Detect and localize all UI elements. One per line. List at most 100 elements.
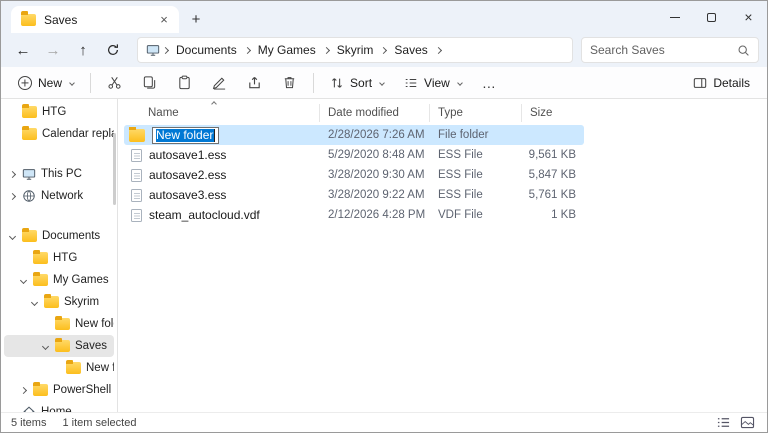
sidebar-item-new-folder[interactable]: New folder bbox=[4, 313, 114, 335]
chevron-down-icon[interactable] bbox=[42, 342, 49, 349]
file-explorer-window: Saves × + × ← → ↑ Documents My Games bbox=[0, 0, 768, 433]
folder-icon bbox=[66, 362, 81, 374]
sidebar-item-this-pc[interactable]: This PC bbox=[4, 163, 114, 185]
search-box[interactable] bbox=[581, 37, 759, 63]
tab-title: Saves bbox=[44, 13, 147, 27]
navigation-pane[interactable]: HTG Calendar replace This PC Ne bbox=[1, 99, 118, 412]
file-name-cell: New folder bbox=[124, 127, 320, 144]
folder-icon bbox=[129, 129, 145, 142]
file-icon bbox=[131, 149, 142, 162]
breadcrumb-separator-icon[interactable] bbox=[244, 46, 251, 53]
date-modified-cell: 3/28/2020 9:22 AM bbox=[320, 189, 430, 201]
column-header-date-modified[interactable]: Date modified bbox=[320, 104, 430, 122]
breadcrumb-item-documents[interactable]: Documents bbox=[171, 43, 242, 57]
chevron-down-icon[interactable] bbox=[9, 232, 16, 239]
sidebar-item-htg[interactable]: HTG bbox=[4, 101, 114, 123]
chevron-right-icon[interactable] bbox=[9, 170, 16, 177]
sidebar-item-calendar-replace[interactable]: Calendar replace bbox=[4, 123, 114, 145]
search-input[interactable] bbox=[590, 43, 731, 57]
sidebar-item-skyrim[interactable]: Skyrim bbox=[4, 291, 114, 313]
tab-close-icon[interactable]: × bbox=[155, 11, 173, 29]
column-header-type[interactable]: Type bbox=[430, 104, 522, 122]
sidebar-item-powershell[interactable]: PowerShell bbox=[4, 379, 114, 401]
close-button[interactable]: × bbox=[730, 1, 767, 33]
title-bar[interactable]: Saves × + × bbox=[1, 1, 767, 33]
rename-input[interactable]: New folder bbox=[152, 127, 219, 144]
size-cell: 1 KB bbox=[522, 209, 584, 221]
sidebar-item-htg-child[interactable]: HTG bbox=[4, 247, 114, 269]
size-cell: 9,561 KB bbox=[522, 149, 584, 161]
details-pane-button[interactable]: Details bbox=[684, 69, 759, 97]
cut-icon bbox=[107, 75, 122, 90]
chevron-right-icon[interactable] bbox=[9, 192, 16, 199]
sidebar-item-home[interactable]: Home bbox=[4, 401, 114, 412]
this-pc-icon bbox=[22, 167, 36, 181]
breadcrumb-separator-icon[interactable] bbox=[162, 46, 169, 53]
minimize-icon bbox=[670, 17, 680, 18]
file-row-steam-autocloud[interactable]: steam_autocloud.vdf 2/12/2026 4:28 PM VD… bbox=[124, 205, 584, 225]
sidebar-item-my-games[interactable]: My Games bbox=[4, 269, 114, 291]
tab-saves[interactable]: Saves × bbox=[11, 6, 179, 33]
up-button[interactable]: ↑ bbox=[69, 37, 97, 63]
breadcrumb-item-saves[interactable]: Saves bbox=[389, 43, 432, 57]
sidebar-item-network[interactable]: Network bbox=[4, 185, 114, 207]
new-icon bbox=[18, 76, 32, 90]
date-modified-cell: 2/12/2026 4:28 PM bbox=[320, 209, 430, 221]
file-row-autosave3[interactable]: autosave3.ess 3/28/2020 9:22 AM ESS File… bbox=[124, 185, 584, 205]
new-button[interactable]: New bbox=[9, 69, 83, 97]
breadcrumb-separator-icon[interactable] bbox=[323, 46, 330, 53]
paste-icon bbox=[177, 75, 192, 90]
sidebar-item-saves[interactable]: Saves bbox=[4, 335, 114, 357]
selection-count: 1 item selected bbox=[62, 417, 136, 429]
paste-button[interactable] bbox=[168, 69, 201, 97]
cut-button[interactable] bbox=[98, 69, 131, 97]
file-row-autosave2[interactable]: autosave2.ess 3/28/2020 9:30 AM ESS File… bbox=[124, 165, 584, 185]
thumbnail-view-button[interactable] bbox=[737, 415, 757, 431]
size-cell: 5,847 KB bbox=[522, 169, 584, 181]
folder-icon bbox=[55, 340, 70, 352]
maximize-button[interactable] bbox=[693, 1, 730, 33]
column-header-name[interactable]: Name bbox=[124, 104, 320, 122]
chevron-down-icon[interactable] bbox=[20, 276, 27, 283]
sort-button[interactable]: Sort bbox=[321, 69, 393, 97]
rename-selected-text: New folder bbox=[156, 129, 215, 142]
breadcrumb-item-my-games[interactable]: My Games bbox=[253, 43, 321, 57]
folder-icon bbox=[33, 384, 48, 396]
rename-button[interactable] bbox=[203, 69, 236, 97]
breadcrumb-item-skyrim[interactable]: Skyrim bbox=[332, 43, 379, 57]
breadcrumb-separator-icon[interactable] bbox=[435, 46, 442, 53]
more-icon: … bbox=[482, 75, 497, 91]
command-bar: New Sort View bbox=[1, 67, 767, 99]
view-button[interactable]: View bbox=[395, 69, 471, 97]
copy-button[interactable] bbox=[133, 69, 166, 97]
minimize-button[interactable] bbox=[656, 1, 693, 33]
more-button[interactable]: … bbox=[473, 69, 506, 97]
chevron-right-icon[interactable] bbox=[20, 386, 27, 393]
item-count: 5 items bbox=[11, 417, 46, 429]
details-view-button[interactable] bbox=[713, 415, 733, 431]
refresh-button[interactable] bbox=[99, 37, 127, 63]
sidebar-item-documents[interactable]: Documents bbox=[4, 225, 114, 247]
details-pane-icon bbox=[693, 76, 707, 90]
file-icon bbox=[131, 209, 142, 222]
address-bar[interactable]: Documents My Games Skyrim Saves bbox=[137, 37, 573, 63]
back-button[interactable]: ← bbox=[9, 37, 37, 63]
size-cell: 5,761 KB bbox=[522, 189, 584, 201]
sidebar-item-new-folder-child[interactable]: New folder bbox=[4, 357, 114, 379]
file-list: Name Date modified Type Size New folder … bbox=[118, 99, 767, 412]
forward-button[interactable]: → bbox=[39, 37, 67, 63]
file-row-new-folder[interactable]: New folder 2/28/2026 7:26 AM File folder bbox=[124, 125, 584, 145]
type-cell: ESS File bbox=[430, 149, 522, 161]
new-tab-button[interactable]: + bbox=[183, 7, 209, 31]
breadcrumb-separator-icon[interactable] bbox=[380, 46, 387, 53]
chevron-down-icon bbox=[379, 80, 385, 86]
column-header-size[interactable]: Size bbox=[522, 104, 584, 122]
delete-button[interactable] bbox=[273, 69, 306, 97]
sort-ascending-icon bbox=[211, 101, 217, 107]
share-button[interactable] bbox=[238, 69, 271, 97]
file-row-autosave1[interactable]: autosave1.ess 5/29/2020 8:48 AM ESS File… bbox=[124, 145, 584, 165]
sort-icon bbox=[330, 76, 344, 90]
chevron-down-icon[interactable] bbox=[31, 298, 38, 305]
refresh-icon bbox=[106, 43, 120, 57]
sidebar-scrollbar[interactable] bbox=[113, 133, 116, 205]
